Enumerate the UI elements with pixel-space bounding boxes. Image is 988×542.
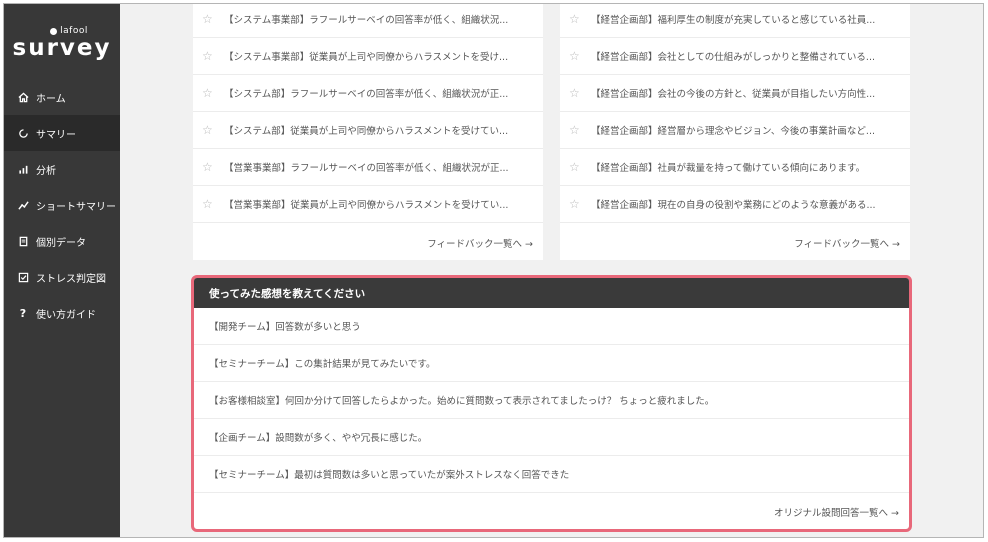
- trend-icon: [16, 198, 30, 212]
- feedback-row[interactable]: ☆ 【経営企画部】会社の今後の方針と、従業員が目指したい方向性...: [560, 75, 910, 112]
- star-icon[interactable]: ☆: [569, 123, 583, 137]
- logo-title: survey: [12, 35, 112, 61]
- sidebar-item-label: 分析: [36, 165, 56, 177]
- checkbox-icon: [16, 270, 30, 284]
- feedback-list-link[interactable]: フィードバック一覧へ →: [427, 236, 533, 250]
- sidebar: lafool survey ホーム サマリー 分析 ショートサマリー 個別データ…: [4, 4, 120, 537]
- sidebar-item-label: ショートサマリー: [36, 201, 116, 213]
- feedback-row[interactable]: ☆ 【経営企画部】会社としての仕組みがしっかりと整備されている...: [560, 38, 910, 75]
- star-icon[interactable]: ☆: [202, 86, 216, 100]
- feedback-row[interactable]: ☆ 【経営企画部】福利厚生の制度が充実していると感じている社員...: [560, 4, 910, 38]
- sidebar-item-label: 個別データ: [36, 237, 86, 249]
- original-answers-link[interactable]: オリジナル設問回答一覧へ →: [774, 505, 899, 519]
- sidebar-item-stress-chart[interactable]: ストレス判定図: [4, 259, 120, 295]
- sidebar-item-summary[interactable]: サマリー: [4, 115, 120, 151]
- sidebar-item-label: ストレス判定図: [36, 273, 106, 285]
- sidebar-item-guide[interactable]: ? 使い方ガイド: [4, 295, 120, 331]
- document-icon: [16, 234, 30, 248]
- feedback-card-right: ☆ 【経営企画部】福利厚生の制度が充実していると感じている社員... ☆ 【経営企画…: [560, 4, 910, 260]
- sidebar-item-label: ホーム: [36, 93, 66, 105]
- star-icon[interactable]: ☆: [202, 12, 216, 26]
- question-icon: ?: [19, 306, 27, 320]
- impression-row: 【開発チーム】回答数が多いと思う: [194, 308, 909, 345]
- sidebar-nav: ホーム サマリー 分析 ショートサマリー 個別データ ストレス判定図 ? 使い方…: [4, 79, 120, 331]
- feedback-list-link[interactable]: フィードバック一覧へ →: [794, 236, 900, 250]
- feedback-row[interactable]: ☆ 【システム部】ラフールサーベイの回答率が低く、組織状況が正...: [193, 75, 543, 112]
- impression-row: 【セミナーチーム】この集計結果が見てみたいです。: [194, 345, 909, 382]
- star-icon[interactable]: ☆: [202, 160, 216, 174]
- sidebar-item-analysis[interactable]: 分析: [4, 151, 120, 187]
- bar-chart-icon: [16, 162, 30, 176]
- sidebar-item-label: 使い方ガイド: [36, 309, 96, 321]
- star-icon[interactable]: ☆: [569, 160, 583, 174]
- refresh-icon: [16, 126, 30, 140]
- impression-row: 【お客様相談室】何回か分けて回答したらよかった。始めに質問数って表示されてました…: [194, 382, 909, 419]
- feedback-row[interactable]: ☆ 【経営企画部】現在の自身の役割や業務にどのような意義がある...: [560, 186, 910, 223]
- impressions-panel: 使ってみた感想を教えてください 【開発チーム】回答数が多いと思う 【セミナーチー…: [191, 275, 912, 532]
- sidebar-item-home[interactable]: ホーム: [4, 79, 120, 115]
- impression-row: 【企画チーム】設問数が多く、やや冗長に感じた。: [194, 419, 909, 456]
- sidebar-item-label: サマリー: [36, 129, 76, 141]
- star-icon[interactable]: ☆: [202, 197, 216, 211]
- panel-title: 使ってみた感想を教えてください: [194, 278, 909, 308]
- logo-dot-icon: [50, 27, 58, 35]
- feedback-card-left: ☆ 【システム事業部】ラフールサーベイの回答率が低く、組織状況... ☆ 【システム…: [193, 4, 543, 260]
- star-icon[interactable]: ☆: [569, 197, 583, 211]
- app-frame: lafool survey ホーム サマリー 分析 ショートサマリー 個別データ…: [3, 3, 984, 538]
- impression-row: 【セミナーチーム】最初は質問数は多いと思っていたが案外ストレスなく回答できた: [194, 456, 909, 493]
- feedback-row[interactable]: ☆ 【営業事業部】ラフールサーベイの回答率が低く、組織状況が正...: [193, 149, 543, 186]
- sidebar-item-individual-data[interactable]: 個別データ: [4, 223, 120, 259]
- star-icon[interactable]: ☆: [569, 49, 583, 63]
- feedback-row[interactable]: ☆ 【システム事業部】従業員が上司や同僚からハラスメントを受け...: [193, 38, 543, 75]
- home-icon: [16, 90, 30, 104]
- feedback-row[interactable]: ☆ 【経営企画部】社員が裁量を持って働けている傾向にあります。: [560, 149, 910, 186]
- feedback-row[interactable]: ☆ 【営業事業部】従業員が上司や同僚からハラスメントを受けてい...: [193, 186, 543, 223]
- star-icon[interactable]: ☆: [202, 123, 216, 137]
- star-icon[interactable]: ☆: [569, 12, 583, 26]
- logo[interactable]: lafool survey: [4, 26, 120, 61]
- feedback-row[interactable]: ☆ 【経営企画部】経営層から理念やビジョン、今後の事業計画など...: [560, 112, 910, 149]
- star-icon[interactable]: ☆: [202, 49, 216, 63]
- star-icon[interactable]: ☆: [569, 86, 583, 100]
- sidebar-item-short-summary[interactable]: ショートサマリー: [4, 187, 120, 223]
- feedback-row[interactable]: ☆ 【システム部】従業員が上司や同僚からハラスメントを受けてい...: [193, 112, 543, 149]
- feedback-row[interactable]: ☆ 【システム事業部】ラフールサーベイの回答率が低く、組織状況...: [193, 4, 543, 38]
